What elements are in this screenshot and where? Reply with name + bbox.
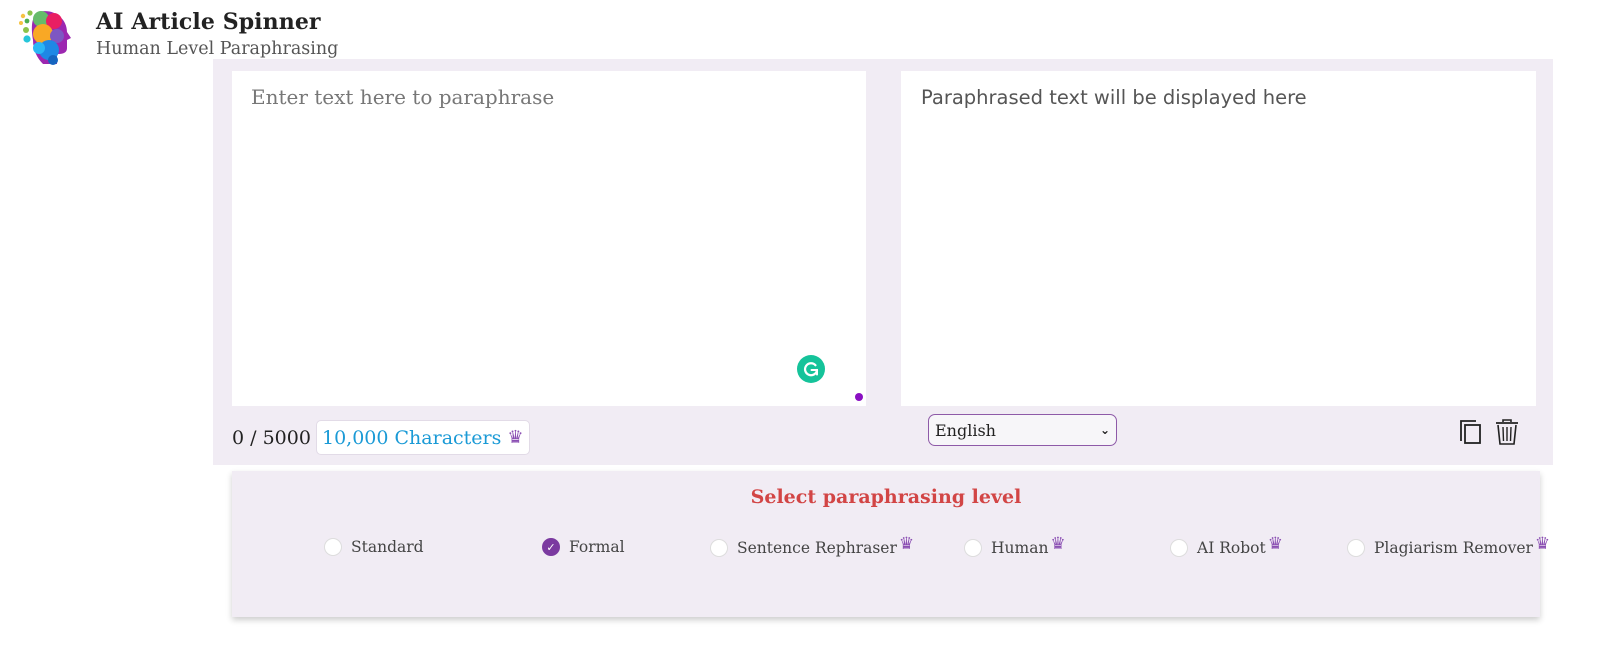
- language-selected: English: [935, 420, 996, 440]
- char-count: 0 / 5000: [232, 427, 311, 449]
- upgrade-label: 10,000 Characters: [322, 426, 502, 449]
- level-option-plagiarism-remover[interactable]: Plagiarism Remover ♛: [1347, 534, 1550, 558]
- input-textarea[interactable]: [232, 71, 866, 406]
- crown-icon: ♛: [1050, 534, 1066, 554]
- output-box: Paraphrased text will be displayed here: [901, 71, 1536, 406]
- crown-icon: ♛: [507, 427, 524, 448]
- level-label: Standard: [351, 538, 424, 556]
- upgrade-characters-button[interactable]: 10,000 Characters ♛: [316, 420, 530, 455]
- app-title: AI Article Spinner: [96, 9, 321, 35]
- level-option-standard[interactable]: Standard: [324, 538, 424, 556]
- level-option-human[interactable]: Human ♛: [964, 534, 1066, 558]
- output-placeholder: Paraphrased text will be displayed here: [921, 86, 1307, 109]
- trash-icon[interactable]: [1495, 419, 1519, 445]
- radio-human[interactable]: [964, 539, 982, 557]
- level-option-sentence-rephraser[interactable]: Sentence Rephraser ♛: [710, 534, 914, 558]
- radio-sentence-rephraser[interactable]: [710, 539, 728, 557]
- level-label: Plagiarism Remover: [1374, 539, 1533, 557]
- level-label: AI Robot: [1197, 539, 1266, 557]
- grammarly-icon[interactable]: [797, 355, 825, 383]
- radio-plagiarism-remover[interactable]: [1347, 539, 1365, 557]
- paraphrasing-level-card: Select paraphrasing level Standard ✓ For…: [232, 471, 1550, 617]
- radio-ai-robot[interactable]: [1170, 539, 1188, 557]
- brain-head-logo-icon: [19, 10, 71, 65]
- language-select[interactable]: English ⌄: [928, 414, 1117, 446]
- copy-icon[interactable]: [1459, 419, 1483, 445]
- input-box: [232, 71, 866, 406]
- crown-icon: ♛: [1534, 534, 1551, 554]
- paraphrase-panel: Paraphrased text will be displayed here: [213, 59, 1553, 465]
- extension-status-dot-icon: [855, 393, 863, 401]
- level-label: Sentence Rephraser: [737, 539, 897, 557]
- chevron-down-icon: ⌄: [1099, 423, 1110, 437]
- level-label: Human: [991, 539, 1049, 557]
- app-subtitle: Human Level Paraphrasing: [96, 39, 339, 59]
- radio-standard[interactable]: [324, 538, 342, 556]
- level-label: Formal: [569, 538, 625, 556]
- level-option-formal[interactable]: ✓ Formal: [542, 538, 625, 556]
- grammarly-g-glyph-icon: [803, 362, 819, 377]
- crown-icon: ♛: [1267, 534, 1283, 554]
- radio-formal-checked[interactable]: ✓: [542, 538, 560, 556]
- levels-title: Select paraphrasing level: [750, 486, 1022, 508]
- crown-icon: ♛: [898, 534, 915, 554]
- level-option-ai-robot[interactable]: AI Robot ♛: [1170, 534, 1283, 558]
